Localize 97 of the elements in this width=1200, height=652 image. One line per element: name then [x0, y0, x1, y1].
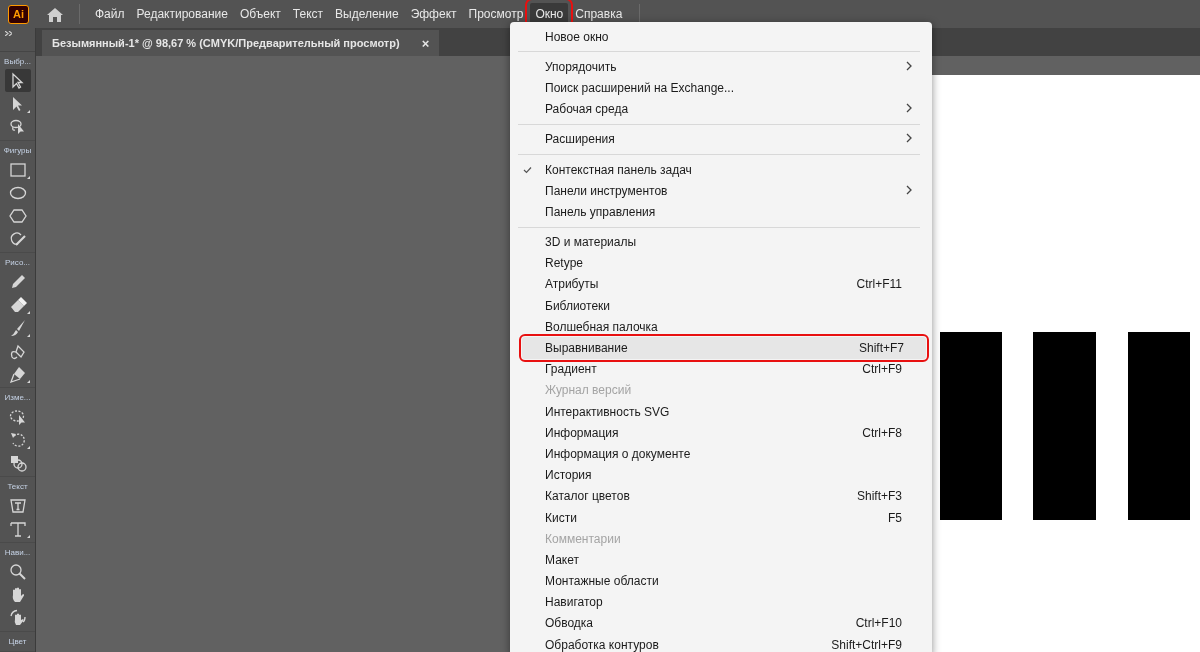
menu-item-label: Retype [545, 256, 585, 271]
menu-item[interactable]: Каталог цветов Shift+F3 [510, 485, 928, 507]
menu-item-label: Поиск расширений на Exchange... [545, 80, 735, 95]
menu-item-label: Макет [545, 552, 580, 567]
menu-item[interactable]: Кисти F5 [510, 506, 928, 529]
menu-item[interactable]: Обработка контуров Shift+Ctrl+F9 [510, 634, 928, 652]
curve-and-stroke-icon [8, 229, 27, 248]
menu-item-label: История [545, 468, 593, 483]
menu-item[interactable]: Retype [510, 252, 928, 274]
tool-group-label: Фигуры [3, 145, 32, 157]
menu-item-label: Расширения [545, 132, 616, 147]
menu-item-label: Упорядочить [545, 59, 618, 74]
rotate-icon [8, 430, 27, 449]
menu-item[interactable]: Монтажные области [510, 570, 928, 592]
shortcut-label: Ctrl+F10 [855, 616, 902, 631]
menu-item-label: Обработка контуров [545, 637, 660, 652]
tool-button[interactable] [4, 69, 31, 92]
document-title: Безымянный-1* @ 98,67 % (CMYK/Предварительный просмотр) [52, 37, 400, 49]
menu-item[interactable]: Рабочая среда [510, 98, 928, 120]
menu-item[interactable]: Обводка Ctrl+F10 [510, 612, 928, 635]
hexagon-icon [8, 206, 27, 225]
menu-bar-item[interactable]: Объект [234, 3, 286, 25]
framed-type-icon [8, 496, 27, 515]
shortcut-label: F5 [888, 510, 902, 525]
tool-group-label: Выбр... [4, 56, 31, 68]
shortcut-label: Shift+Ctrl+F9 [831, 637, 902, 652]
menu-bar-item[interactable]: Выделение [330, 3, 404, 25]
menu-item-label: Комментарии [545, 531, 622, 546]
menu-item-label: Интерактивность SVG [545, 404, 671, 419]
shortcut-label: Shift+F3 [856, 489, 902, 504]
tool-group-label: Изме... [4, 392, 31, 404]
menu-item-label: Монтажные области [545, 574, 660, 589]
menu-item[interactable]: Упорядочить [510, 56, 928, 78]
tool-group-label: Текст [7, 481, 28, 493]
menu-item-label: 3D и материалы [545, 235, 638, 250]
shortcut-label: Ctrl+F9 [862, 362, 902, 377]
menu-item-label: Атрибуты [545, 277, 600, 292]
menu-item-label: Кисти [545, 510, 578, 525]
menu-item-label: Рабочая среда [545, 102, 630, 117]
menu-item-label: Панели инструментов [545, 183, 669, 198]
home-icon[interactable] [45, 5, 65, 23]
menu-item[interactable]: Информация о документе [510, 443, 928, 465]
menu-item[interactable]: Расширения [510, 128, 928, 150]
shortcut-label: Shift+F7 [858, 341, 904, 356]
menu-item-label: Панель управления [545, 204, 657, 219]
lasso-arrow-icon [8, 117, 27, 136]
menu-bar-item[interactable]: Текст [287, 3, 329, 25]
menu-item[interactable]: История [510, 464, 928, 486]
menu-bar-item[interactable]: Просмотр [463, 3, 529, 25]
menu-item-label: Журнал версий [545, 383, 633, 398]
menu-item[interactable]: Поиск расширений на Exchange... [510, 77, 928, 99]
menu-item-label: Волшебная палочка [545, 319, 659, 334]
menu-bar-item[interactable]: Редактирование [131, 3, 233, 25]
menu-bar-item[interactable]: Файл [90, 3, 130, 25]
menu-item[interactable]: Атрибуты Ctrl+F11 [510, 273, 928, 296]
menu-item[interactable]: Библиотеки [510, 295, 928, 317]
menu-item[interactable]: Контекстная панель задач [510, 158, 928, 181]
menu-item-label: Новое окно [545, 29, 610, 44]
menu-item-label: Выравнивание [545, 341, 629, 356]
menu-item[interactable]: Интерактивность SVG [510, 401, 928, 423]
collapse-panel-icon[interactable] [5, 31, 12, 36]
tool-group-label: Рисо... [5, 257, 30, 269]
shortcut-label: Ctrl+F8 [862, 425, 902, 440]
type-icon [8, 519, 27, 538]
menu-item-label: Каталог цветов [545, 489, 631, 504]
menu-item[interactable]: 3D и материалы [510, 231, 928, 253]
eraser-icon [8, 295, 27, 314]
menu-item[interactable]: Макет [510, 549, 928, 571]
menu-item-label: Информация о документе [545, 446, 692, 461]
shape-builder-icon [8, 453, 27, 472]
menu-item[interactable]: Панели инструментов [510, 180, 928, 202]
menu-item-label: Контекстная панель задач [545, 162, 693, 177]
menu-item[interactable]: Градиент Ctrl+F9 [510, 358, 928, 380]
menu-item[interactable]: Панель управления [510, 201, 928, 223]
menu-item[interactable]: Навигатор [510, 591, 928, 613]
menu-item-label: Библиотеки [545, 298, 611, 313]
menu-item[interactable]: Волшебная палочка [510, 316, 928, 338]
menu-item[interactable]: Новое окно [510, 26, 928, 48]
menu-item[interactable]: Выравнивание Shift+F7 [522, 337, 926, 359]
app-logo: Ai [8, 4, 29, 24]
menu-item[interactable]: Информация Ctrl+F8 [510, 422, 928, 444]
menu-bar-item[interactable]: Справка [570, 3, 628, 25]
ellipse-arrow-icon [8, 407, 27, 426]
document-tab[interactable]: Безымянный-1* @ 98,67 % (CMYK/Предварительный просмотр) × [42, 30, 440, 56]
tool-group-label: Цвет [8, 636, 27, 648]
tool-group-label: Нави... [4, 547, 31, 559]
close-tab-button[interactable]: × [419, 35, 432, 51]
hand-rotate-icon [8, 608, 27, 627]
menu-item-label: Навигатор [545, 595, 604, 610]
pen-icon [8, 364, 27, 383]
zoom-icon [8, 562, 27, 581]
shortcut-label: Ctrl+F11 [856, 277, 902, 292]
menu-item-label: Обводка [545, 616, 595, 631]
menu-item-label: Информация [545, 425, 620, 440]
menu-item-label: Градиент [545, 362, 598, 377]
rectangle-icon [8, 160, 27, 179]
menu-bar-item[interactable]: Эффект [405, 3, 462, 25]
